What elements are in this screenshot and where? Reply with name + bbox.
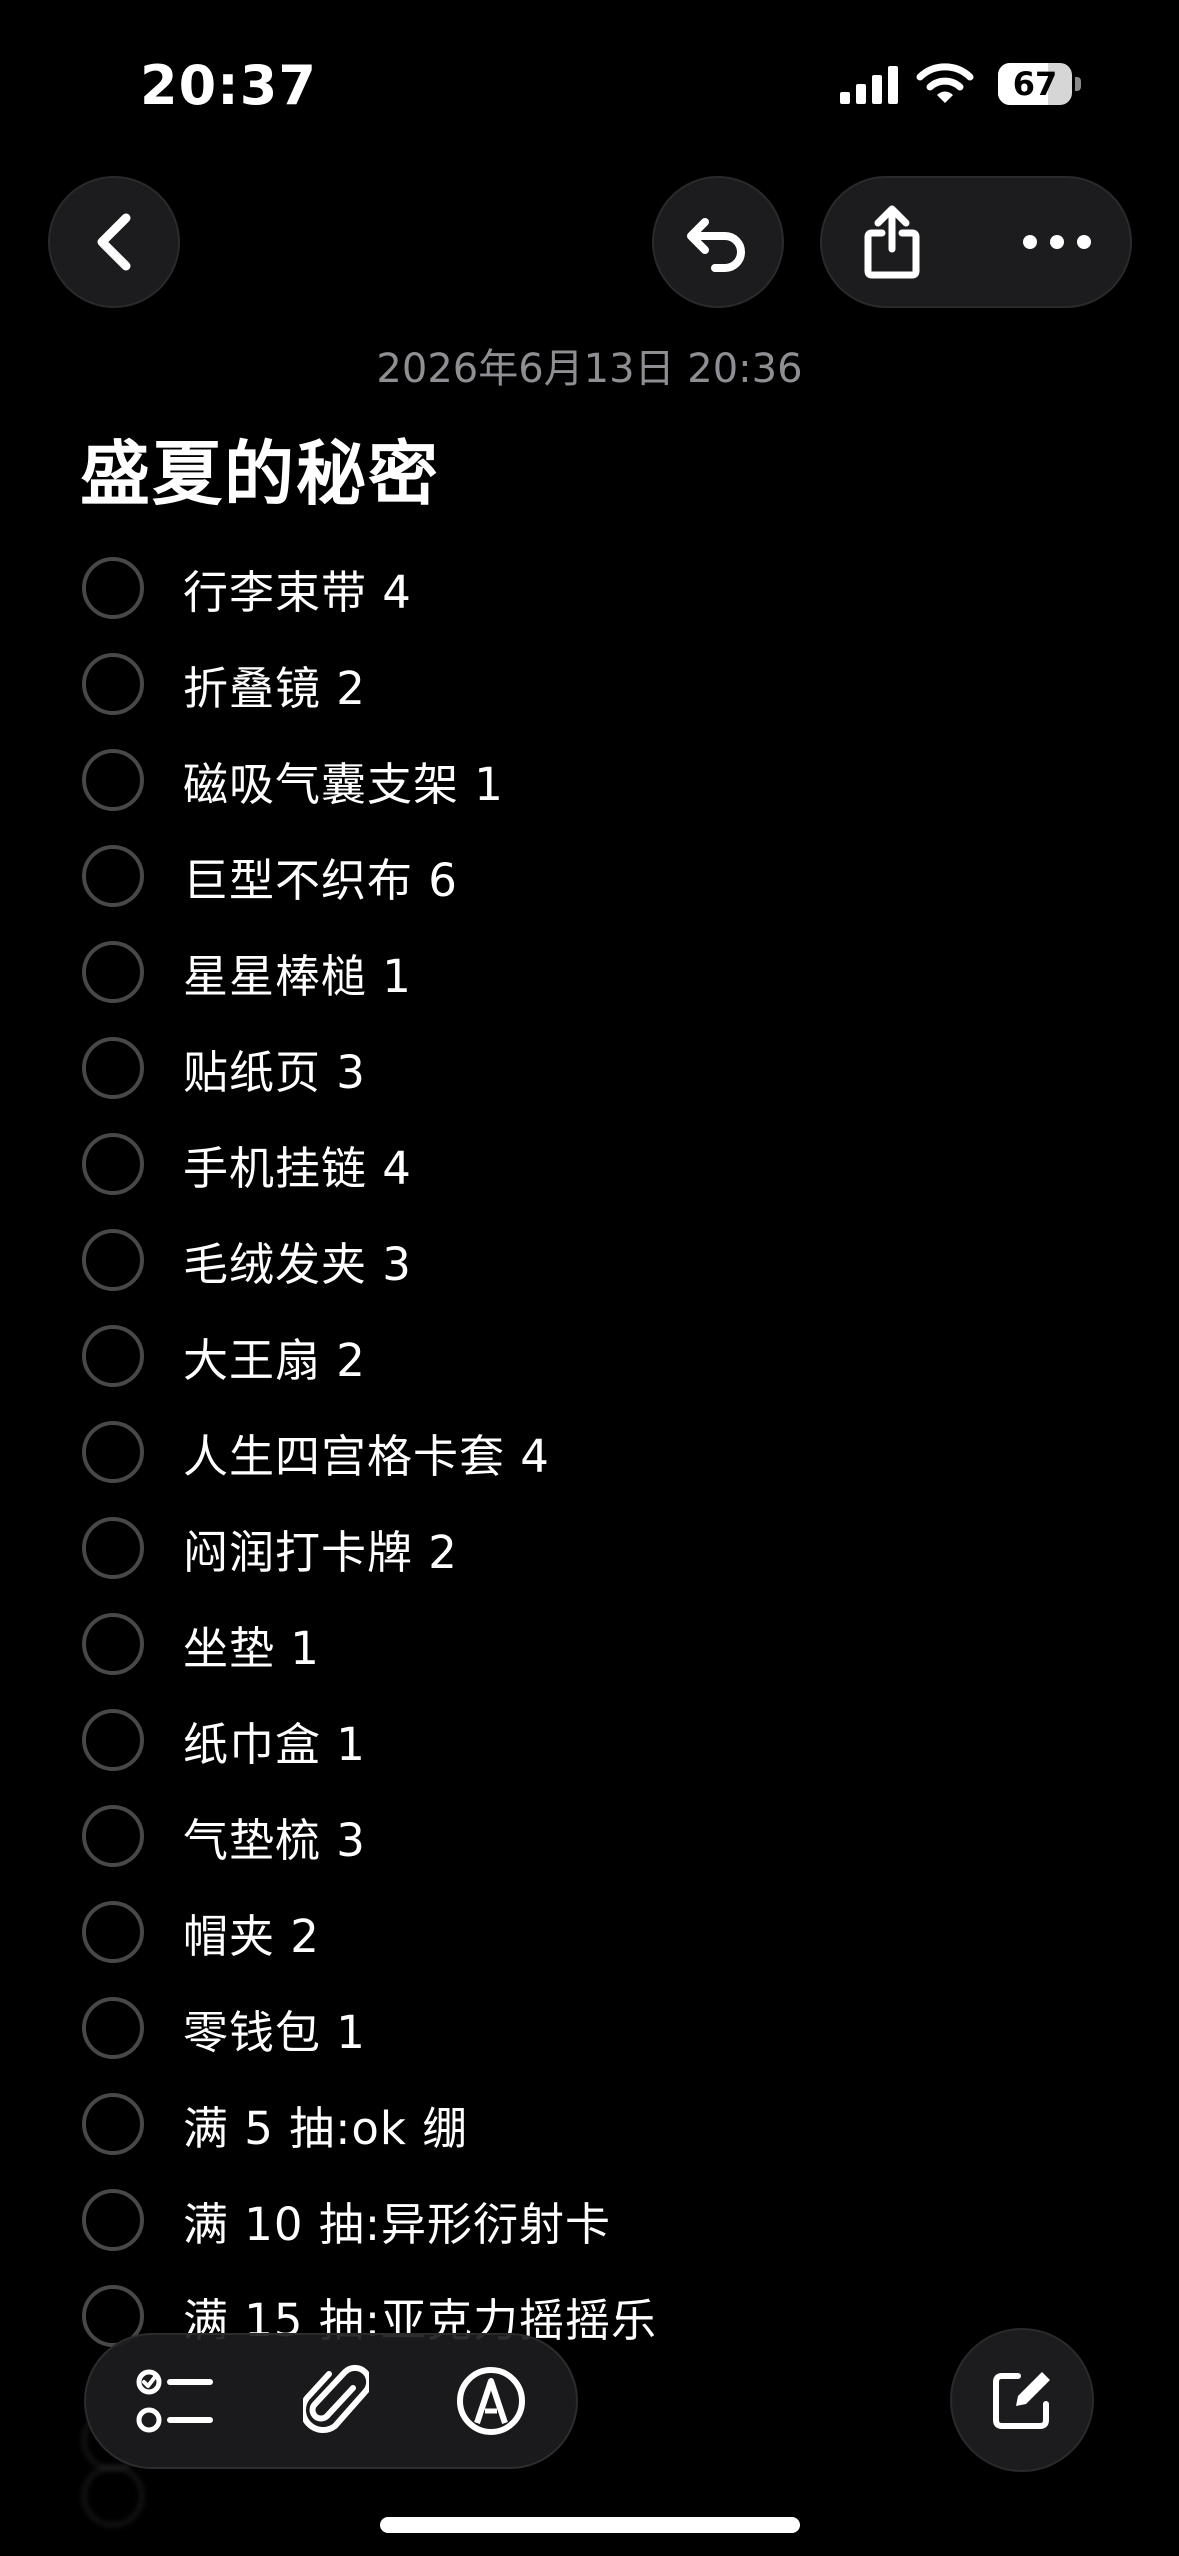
checklist-item-label[interactable]: 磁吸气囊支架 1 bbox=[183, 748, 504, 813]
checkbox-circle[interactable] bbox=[82, 1517, 144, 1579]
checklist-item[interactable]: 纸巾盒 1 bbox=[0, 1692, 1179, 1788]
status-icons: 67 bbox=[840, 62, 1081, 106]
checkbox-circle[interactable] bbox=[82, 1709, 144, 1771]
checklist-item[interactable]: 闷润打卡牌 2 bbox=[0, 1500, 1179, 1596]
checklist-item[interactable]: 磁吸气囊支架 1 bbox=[0, 732, 1179, 828]
checklist-item[interactable]: 满 10 抽:异形衍射卡 bbox=[0, 2172, 1179, 2268]
checkbox-circle[interactable] bbox=[82, 845, 144, 907]
note-title[interactable]: 盛夏的秘密 bbox=[80, 418, 440, 519]
attach-button[interactable] bbox=[266, 2335, 406, 2467]
checklist-icon bbox=[136, 2369, 213, 2433]
checklist-item[interactable]: 坐垫 1 bbox=[0, 1596, 1179, 1692]
share-more-group bbox=[820, 176, 1132, 308]
battery-icon: 67 bbox=[998, 63, 1072, 105]
checklist-item[interactable]: 气垫梳 3 bbox=[0, 1788, 1179, 1884]
checklist: 行李束带 4 折叠镜 2 磁吸气囊支架 1 巨型不织布 6 星星棒槌 1 贴纸页 3 手机挂… bbox=[0, 540, 1179, 2364]
checklist-item-label[interactable]: 毛绒发夹 3 bbox=[183, 1228, 412, 1293]
ellipsis-icon bbox=[1023, 235, 1091, 249]
checklist-item[interactable]: 大王扇 2 bbox=[0, 1308, 1179, 1404]
checklist-item-label[interactable]: 行李束带 4 bbox=[183, 556, 412, 621]
markup-button[interactable] bbox=[416, 2335, 566, 2467]
checkbox-circle[interactable] bbox=[82, 2093, 144, 2155]
checkbox-circle[interactable] bbox=[82, 749, 144, 811]
checkbox-circle bbox=[82, 2465, 144, 2527]
wifi-icon bbox=[916, 63, 974, 103]
checklist-item-label[interactable]: 坐垫 1 bbox=[183, 1612, 320, 1677]
checklist-item-label[interactable]: 巨型不织布 6 bbox=[183, 844, 458, 909]
checkbox-circle[interactable] bbox=[82, 1421, 144, 1483]
undo-button[interactable] bbox=[652, 176, 784, 308]
checklist-item[interactable]: 零钱包 1 bbox=[0, 1980, 1179, 2076]
more-button[interactable] bbox=[982, 178, 1132, 306]
checklist-item[interactable]: 人生四宫格卡套 4 bbox=[0, 1404, 1179, 1500]
checklist-item-label[interactable]: 折叠镜 2 bbox=[183, 652, 366, 717]
chevron-left-icon bbox=[97, 213, 131, 271]
markup-pen-icon bbox=[457, 2367, 525, 2435]
note-date: 2026年6月13日 20:36 bbox=[376, 346, 803, 392]
checklist-item[interactable]: 手机挂链 4 bbox=[0, 1116, 1179, 1212]
paperclip-icon bbox=[303, 2364, 369, 2433]
checklist-item[interactable]: 巨型不织布 6 bbox=[0, 828, 1179, 924]
share-button[interactable] bbox=[822, 178, 962, 306]
checkbox-circle[interactable] bbox=[82, 1325, 144, 1387]
checkbox-circle[interactable] bbox=[82, 1613, 144, 1675]
share-icon bbox=[864, 205, 920, 279]
home-indicator[interactable] bbox=[380, 2517, 800, 2533]
checklist-item-label[interactable]: 手机挂链 4 bbox=[183, 1132, 412, 1197]
status-time: 20:37 bbox=[140, 54, 317, 117]
checklist-item-label[interactable]: 星星棒槌 1 bbox=[183, 940, 412, 1005]
checkbox-circle[interactable] bbox=[82, 941, 144, 1003]
checkbox-circle[interactable] bbox=[82, 653, 144, 715]
checklist-item[interactable]: 帽夹 2 bbox=[0, 1884, 1179, 1980]
checklist-item-label[interactable]: 纸巾盒 1 bbox=[183, 1708, 366, 1773]
checkbox-circle[interactable] bbox=[82, 1997, 144, 2059]
checkbox-circle[interactable] bbox=[82, 1037, 144, 1099]
checklist-item-label[interactable]: 人生四宫格卡套 4 bbox=[183, 1420, 550, 1485]
checklist-item-label[interactable]: 零钱包 1 bbox=[183, 1996, 366, 2061]
undo-icon bbox=[687, 218, 745, 272]
checkbox-circle[interactable] bbox=[82, 1805, 144, 1867]
checkbox-circle[interactable] bbox=[82, 1229, 144, 1291]
checklist-item[interactable]: 贴纸页 3 bbox=[0, 1020, 1179, 1116]
checklist-item[interactable]: 毛绒发夹 3 bbox=[0, 1212, 1179, 1308]
bottom-toolbar bbox=[84, 2333, 578, 2469]
checklist-item-label[interactable]: 闷润打卡牌 2 bbox=[183, 1516, 458, 1581]
checklist-item[interactable]: 星星棒槌 1 bbox=[0, 924, 1179, 1020]
compose-button[interactable] bbox=[950, 2328, 1094, 2472]
compose-icon bbox=[993, 2372, 1050, 2429]
checklist-item[interactable]: 满 5 抽:ok 绷 bbox=[0, 2076, 1179, 2172]
checkbox-circle[interactable] bbox=[82, 2189, 144, 2251]
checklist-item-label[interactable]: 气垫梳 3 bbox=[183, 1804, 366, 1869]
checkbox-circle[interactable] bbox=[82, 1901, 144, 1963]
checkbox-circle[interactable] bbox=[82, 557, 144, 619]
battery-level: 67 bbox=[1012, 65, 1058, 103]
checklist-item-label[interactable]: 贴纸页 3 bbox=[183, 1036, 366, 1101]
checklist-item-label[interactable]: 满 10 抽:异形衍射卡 bbox=[183, 2188, 611, 2253]
battery-tip bbox=[1075, 77, 1081, 91]
checklist-item-label[interactable]: 帽夹 2 bbox=[183, 1900, 320, 1965]
cellular-signal-icon bbox=[840, 66, 898, 104]
checklist-item-label[interactable]: 满 5 抽:ok 绷 bbox=[183, 2092, 468, 2157]
checklist-item-label[interactable]: 大王扇 2 bbox=[183, 1324, 366, 1389]
checklist-button[interactable] bbox=[106, 2335, 246, 2467]
checklist-item[interactable]: 行李束带 4 bbox=[0, 540, 1179, 636]
back-button[interactable] bbox=[48, 176, 180, 308]
checkbox-circle[interactable] bbox=[82, 1133, 144, 1195]
checklist-item[interactable]: 折叠镜 2 bbox=[0, 636, 1179, 732]
